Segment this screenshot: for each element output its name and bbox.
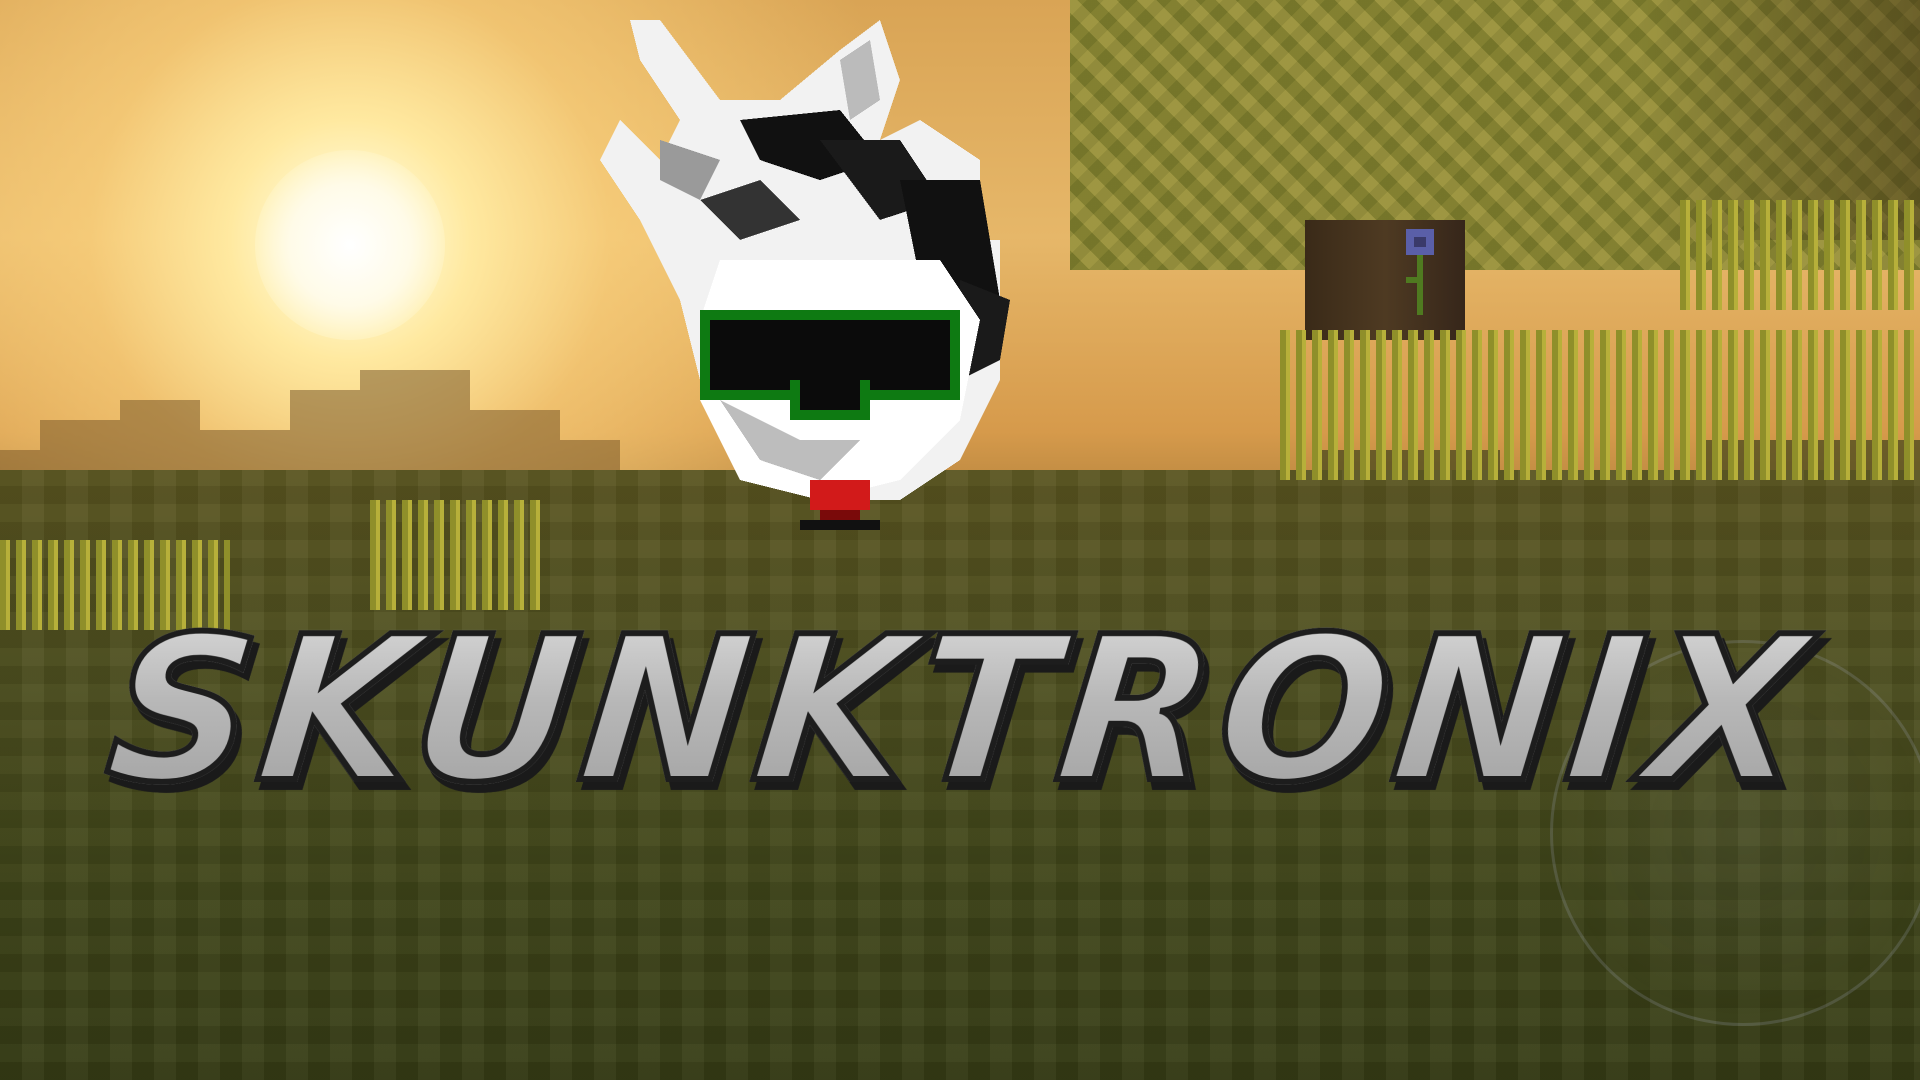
grass-tuft-far-right [1680, 200, 1920, 310]
oak-trunk [1305, 220, 1465, 340]
thumbnail-scene: SKUNKTRONIX [0, 0, 1920, 1080]
grass-tuft-right [1280, 330, 1920, 480]
cornflower [1406, 229, 1434, 315]
skunk-head-icon [600, 20, 1010, 530]
sun [255, 150, 445, 340]
channel-title: SKUNKTRONIX [18, 591, 1902, 830]
